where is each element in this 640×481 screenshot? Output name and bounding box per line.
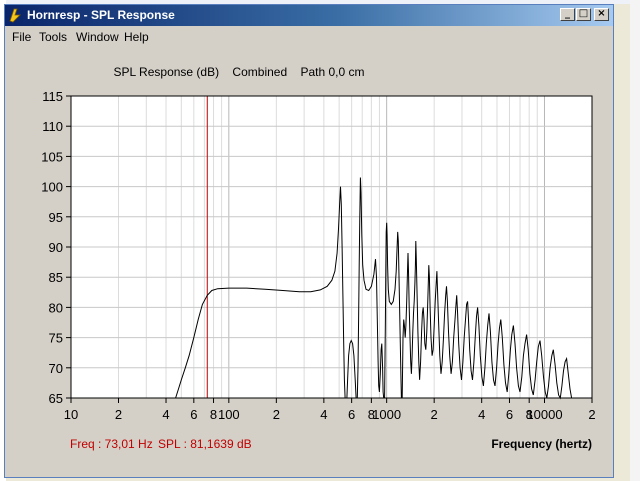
y-tick-label: 75 (49, 331, 63, 346)
y-tick-label: 70 (49, 361, 63, 376)
x-axis-ticks: 10 2 4 6 8 100 2 4 6 81000 2 4 6 810000 2 (64, 398, 596, 422)
y-tick-label: 115 (42, 89, 63, 104)
frequency-readout: Freq : 73,01 Hz (70, 437, 153, 451)
hornresp-window: Hornresp - SPL Response _ □ × File Tools… (4, 4, 614, 478)
x-tick-label: 2 (588, 407, 595, 422)
y-axis-ticks: 65 70 75 80 85 90 95 100 105 110 115 (41, 89, 71, 406)
x-tick-label: 2 (273, 407, 280, 422)
menu-tools[interactable]: Tools (39, 30, 67, 44)
y-tick-label: 110 (42, 119, 63, 134)
x-tick-label: 2 (431, 407, 438, 422)
desktop-background-right (630, 0, 640, 481)
x-tick-label: 10000 (526, 407, 562, 422)
window-title: Hornresp - SPL Response (27, 8, 175, 22)
y-tick-label: 105 (41, 149, 63, 164)
minimize-button[interactable]: _ (560, 8, 575, 21)
x-tick-label: 4 (478, 407, 485, 422)
x-tick-label: 1000 (372, 407, 401, 422)
x-tick-label: 100 (218, 407, 240, 422)
x-tick-label: 6 (348, 407, 355, 422)
chart-area: SPL Response (dB) Combined Path 0,0 cm 6… (5, 46, 613, 477)
x-tick-label: 6 (506, 407, 513, 422)
x-tick-label: 6 (190, 407, 197, 422)
spl-response-chart[interactable]: SPL Response (dB) Combined Path 0,0 cm 6… (5, 46, 613, 477)
menu-file[interactable]: File (12, 30, 31, 44)
menu-help[interactable]: Help (124, 30, 149, 44)
hornresp-app-icon[interactable] (8, 7, 24, 23)
y-tick-label: 100 (41, 180, 63, 195)
menu-window[interactable]: Window (76, 30, 119, 44)
y-tick-label: 95 (49, 210, 63, 225)
y-tick-label: 80 (49, 300, 63, 315)
close-button[interactable]: × (594, 8, 609, 21)
y-tick-label: 85 (49, 270, 63, 285)
x-axis-label: Frequency (hertz) (491, 437, 592, 451)
x-tick-label: 10 (64, 407, 78, 422)
chart-title: SPL Response (dB) Combined Path 0,0 cm (113, 65, 364, 79)
maximize-icon: □ (578, 8, 589, 19)
spl-readout: SPL : 81,1639 dB (158, 437, 252, 451)
maximize-button[interactable]: □ (576, 8, 591, 21)
y-tick-label: 65 (49, 391, 63, 406)
close-icon: × (597, 8, 606, 19)
menu-bar: File Tools Window Help (5, 26, 613, 46)
x-tick-label: 4 (320, 407, 327, 422)
x-tick-label: 8 (210, 407, 217, 422)
x-tick-label: 2 (115, 407, 122, 422)
x-tick-label: 4 (162, 407, 169, 422)
title-bar[interactable]: Hornresp - SPL Response _ □ × (5, 5, 613, 26)
y-tick-label: 90 (49, 240, 63, 255)
minimize-icon: _ (565, 8, 570, 19)
